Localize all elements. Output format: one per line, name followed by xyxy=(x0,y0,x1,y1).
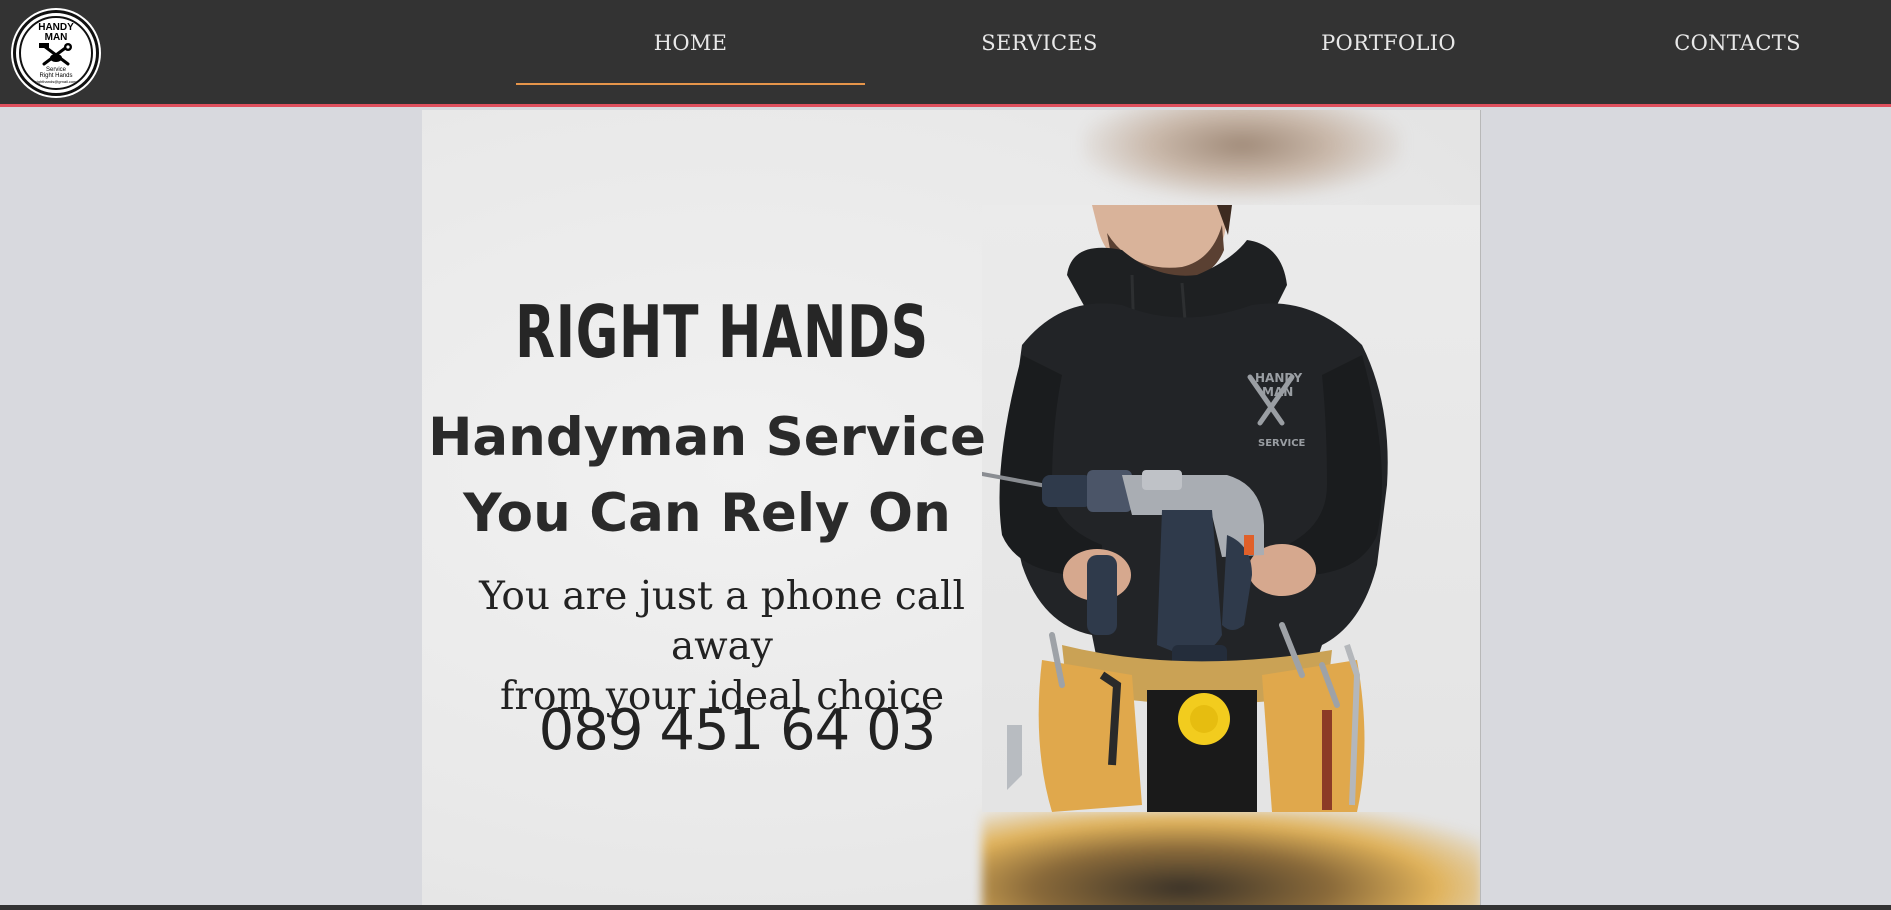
nav-item-contacts[interactable]: CONTACTS xyxy=(1563,0,1891,85)
hero-banner: HANDY MAN SERVICE RIGHT HANDS Handyman S… xyxy=(422,110,1481,906)
hero-headline-line2: You Can Rely On xyxy=(463,483,951,544)
top-navigation-bar: HANDY MAN Service Right Hands righthands… xyxy=(0,0,1891,107)
nav-item-home[interactable]: HOME xyxy=(516,0,865,85)
logo-email: righthands@gmail.com xyxy=(35,78,77,84)
handyman-photo: HANDY MAN SERVICE xyxy=(976,205,1480,812)
site-logo[interactable]: HANDY MAN Service Right Hands righthands… xyxy=(13,10,99,96)
hero-blurred-top-photo xyxy=(1082,110,1402,200)
handyman-illustration: HANDY MAN SERVICE xyxy=(976,205,1388,812)
hero-blurred-bottom-photo xyxy=(982,810,1480,906)
nav-item-portfolio[interactable]: PORTFOLIO xyxy=(1214,0,1563,85)
logo-title-line1: HANDY xyxy=(38,21,74,33)
hoodie-print-line3: SERVICE xyxy=(1258,438,1306,449)
hero-phone-number[interactable]: 089 451 64 03 xyxy=(422,698,1052,763)
hero-tagline-line1: You are just a phone call away xyxy=(479,574,965,669)
logo-title-line2: MAN xyxy=(44,31,68,43)
main-nav: HOME SERVICES PORTFOLIO CONTACTS xyxy=(516,0,1891,107)
hero-headline-line1: Handyman Service xyxy=(428,407,986,468)
nav-item-services[interactable]: SERVICES xyxy=(865,0,1214,85)
hero-brand-title: RIGHT HANDS xyxy=(515,290,929,374)
logo-badge: HANDY MAN Service Right Hands righthands… xyxy=(19,16,93,90)
hoodie-print-line1: HANDY xyxy=(1255,371,1302,385)
hammer-wrench-icon xyxy=(39,42,72,65)
hero-headline: Handyman Service You Can Rely On xyxy=(422,400,992,552)
page-bottom-edge xyxy=(0,905,1891,910)
